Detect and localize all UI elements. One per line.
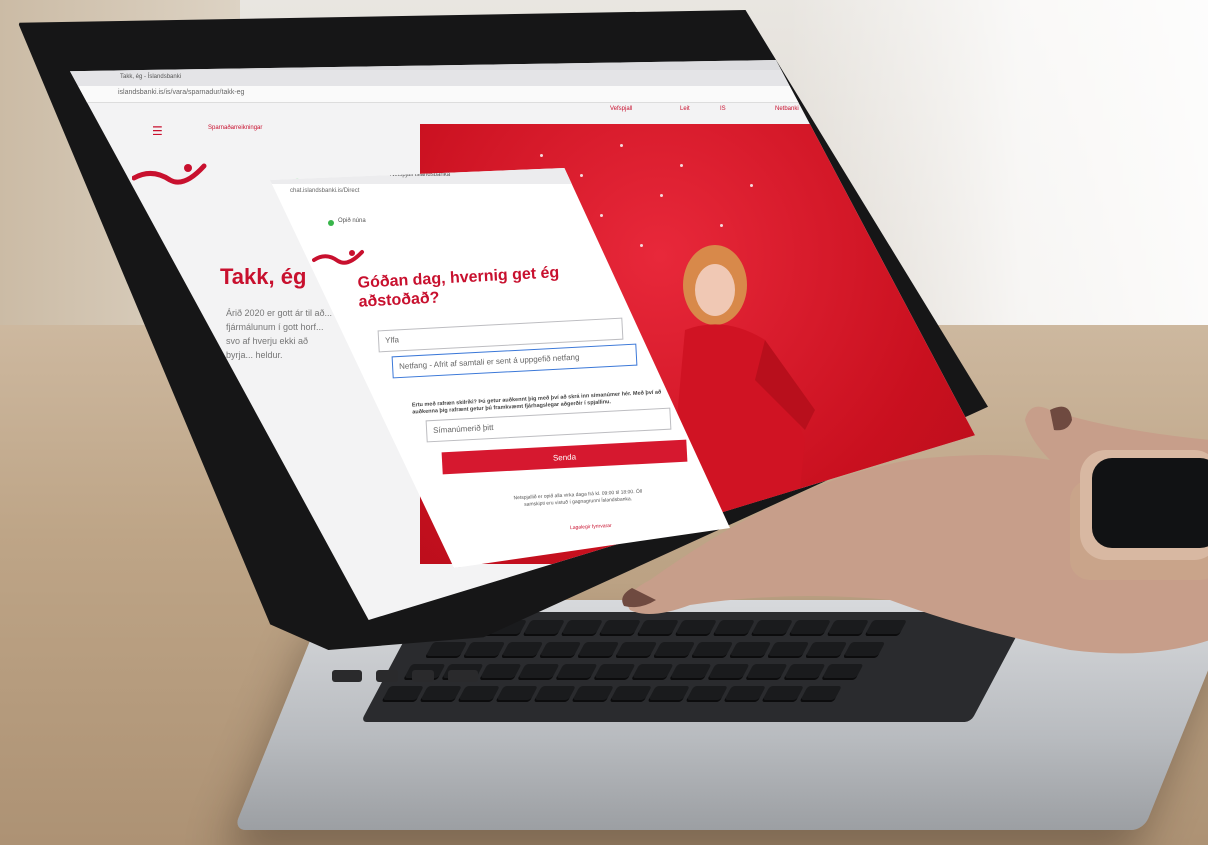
top-link-netbank[interactable]: Netbanki (775, 106, 799, 112)
islandsbanki-logo-icon[interactable] (132, 160, 208, 192)
laptop-ports (332, 670, 478, 682)
smartwatch (1070, 450, 1208, 580)
hamburger-menu-icon[interactable]: ☰ (152, 124, 163, 138)
top-link-search[interactable]: Leit (680, 106, 690, 112)
islandsbanki-logo-icon (312, 250, 364, 265)
online-status-icon (328, 220, 334, 226)
chat-heading: Góðan dag, hvernig get ég aðstoðað? (357, 264, 560, 311)
page-body-text: Árið 2020 er gott ár til að... fjármálun… (226, 308, 333, 360)
chat-url[interactable]: chat.islandsbanki.is/Direct (290, 188, 359, 194)
browser-url[interactable]: islandsbanki.is/is/vara/sparnadur/takk-e… (118, 89, 244, 96)
browser-tab-title[interactable]: Takk, ég - Íslandsbanki (120, 74, 181, 80)
top-link-language[interactable]: IS (720, 106, 726, 112)
top-link-webchat[interactable]: Vefspjall (610, 106, 632, 112)
page-headline: Takk, ég (220, 264, 307, 289)
nav-link-savings[interactable]: Sparnaðarreikningar (208, 125, 262, 131)
legal-disclaimer-link[interactable]: Lagalegir fyrirvarar (570, 523, 612, 531)
chat-status: Opið núna (338, 218, 366, 224)
